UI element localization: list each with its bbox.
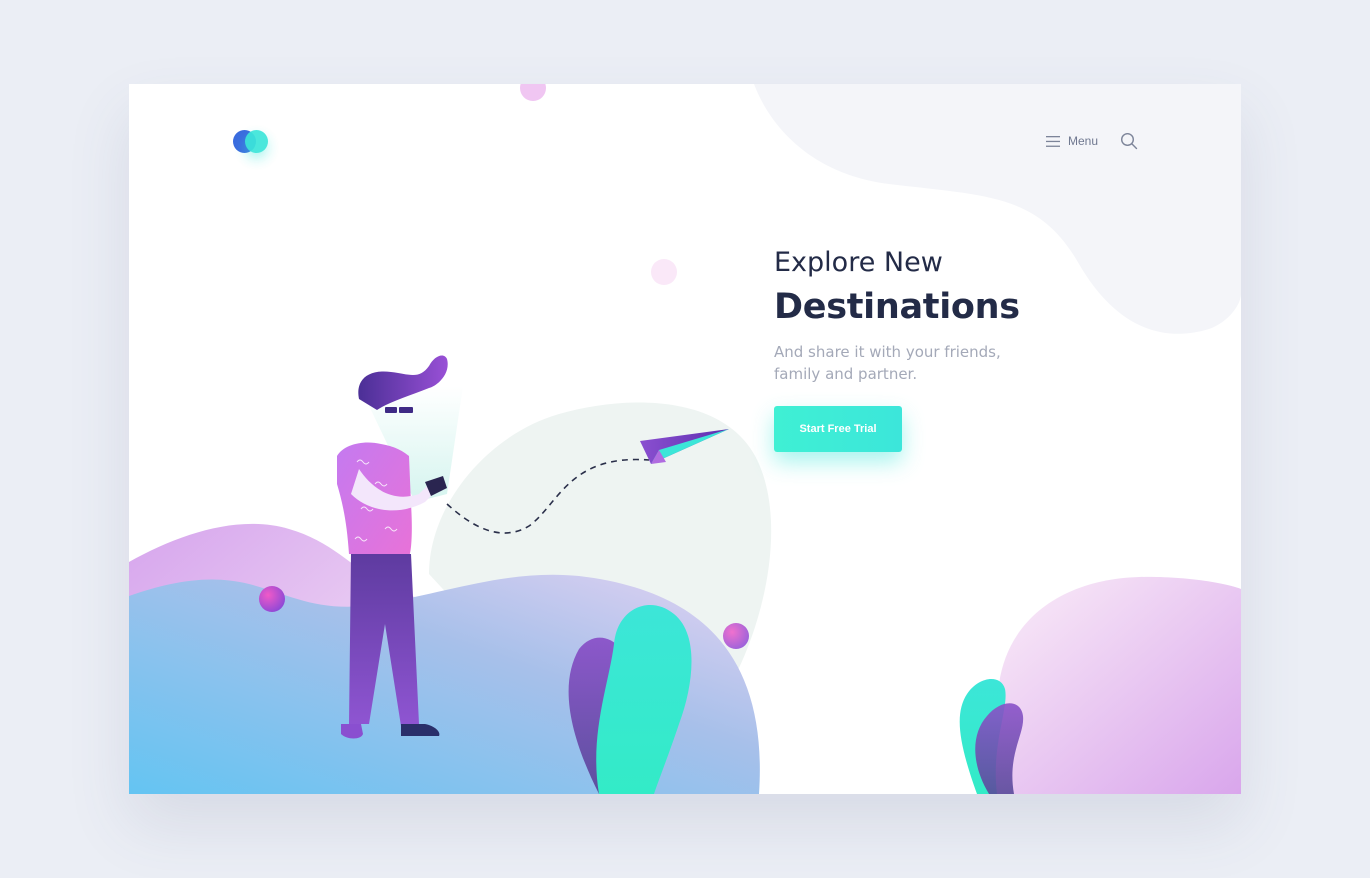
hero-title-line1: Explore New: [774, 247, 943, 278]
start-free-trial-button[interactable]: Start Free Trial: [774, 406, 902, 452]
hero-illustration: [129, 84, 1241, 794]
decorative-orb-mid: [651, 259, 677, 285]
brand-logo[interactable]: [233, 130, 269, 154]
search-icon[interactable]: [1120, 132, 1138, 150]
decorative-orb-top: [520, 84, 546, 101]
landing-page: Menu Explore New Destinations And share …: [129, 84, 1241, 794]
menu-button[interactable]: Menu: [1045, 134, 1098, 148]
top-nav: Menu: [1045, 132, 1138, 150]
hamburger-icon: [1045, 135, 1060, 147]
hero-section: Explore New Destinations And share it wi…: [774, 248, 1074, 386]
hero-subtitle: And share it with your friends, family a…: [774, 343, 1001, 383]
menu-label: Menu: [1067, 134, 1098, 148]
background-blob-bottom-right: [989, 576, 1241, 794]
decorative-orb-right: [723, 623, 749, 649]
hero-title-line2: Destinations: [774, 286, 1020, 327]
decorative-orb-left: [259, 586, 285, 612]
logo-circle-teal: [245, 130, 268, 153]
